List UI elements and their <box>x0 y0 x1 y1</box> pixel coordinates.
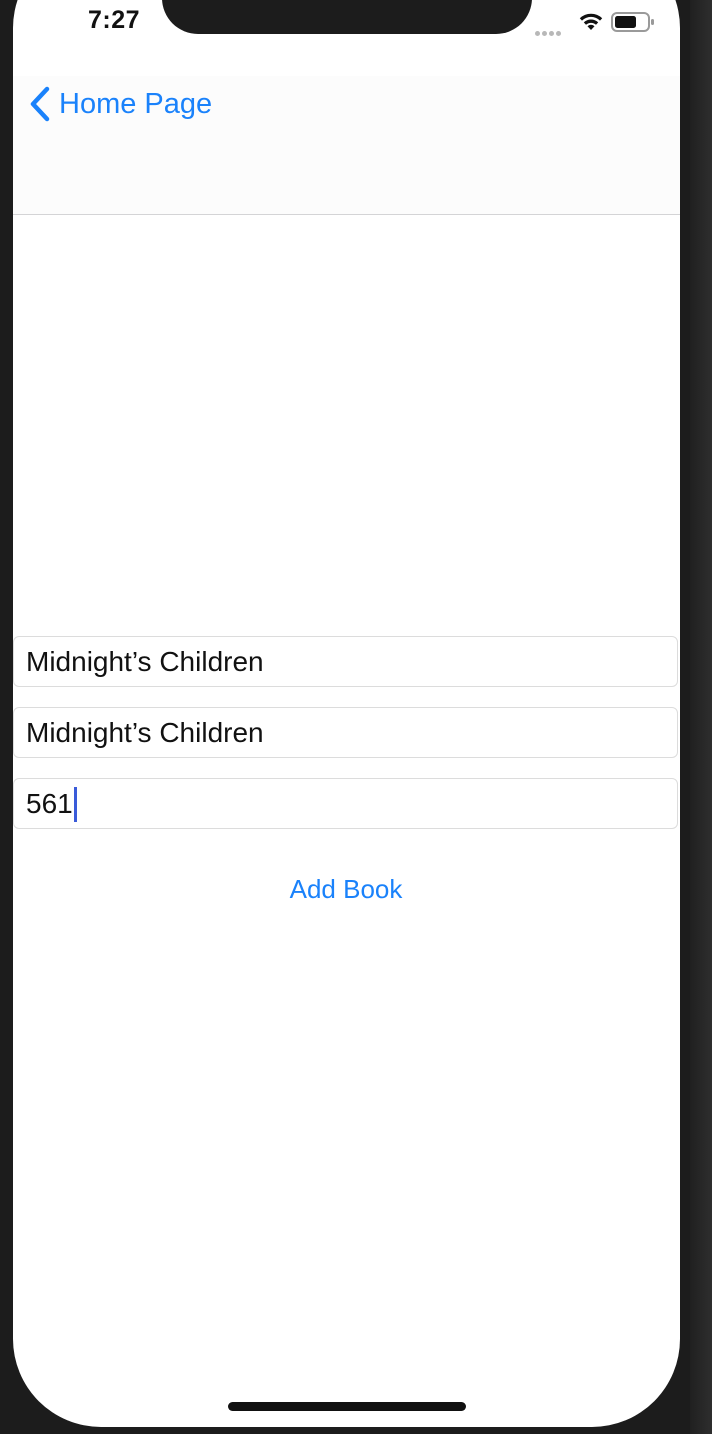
device-side <box>690 0 712 1434</box>
battery-icon <box>611 12 654 32</box>
status-time: 7:27 <box>87 6 141 34</box>
add-book-button[interactable]: Add Book <box>246 868 446 910</box>
chevron-left-icon <box>30 86 50 122</box>
book-author-input[interactable] <box>26 708 666 757</box>
signal-strength-icon <box>535 23 563 41</box>
book-pages-field[interactable] <box>13 778 678 829</box>
back-button-label: Home Page <box>59 87 213 120</box>
back-button[interactable]: Home Page <box>27 83 212 125</box>
book-title-input[interactable] <box>26 637 666 686</box>
book-title-field[interactable] <box>13 636 678 687</box>
phone-screen: 7:27 Home Page Add Book <box>13 0 680 1427</box>
status-icons <box>533 8 663 36</box>
device-notch <box>162 0 532 34</box>
book-author-field[interactable] <box>13 707 678 758</box>
book-pages-input[interactable] <box>26 779 666 828</box>
text-cursor <box>74 787 77 822</box>
wifi-icon <box>579 13 603 30</box>
home-indicator[interactable] <box>228 1402 466 1411</box>
